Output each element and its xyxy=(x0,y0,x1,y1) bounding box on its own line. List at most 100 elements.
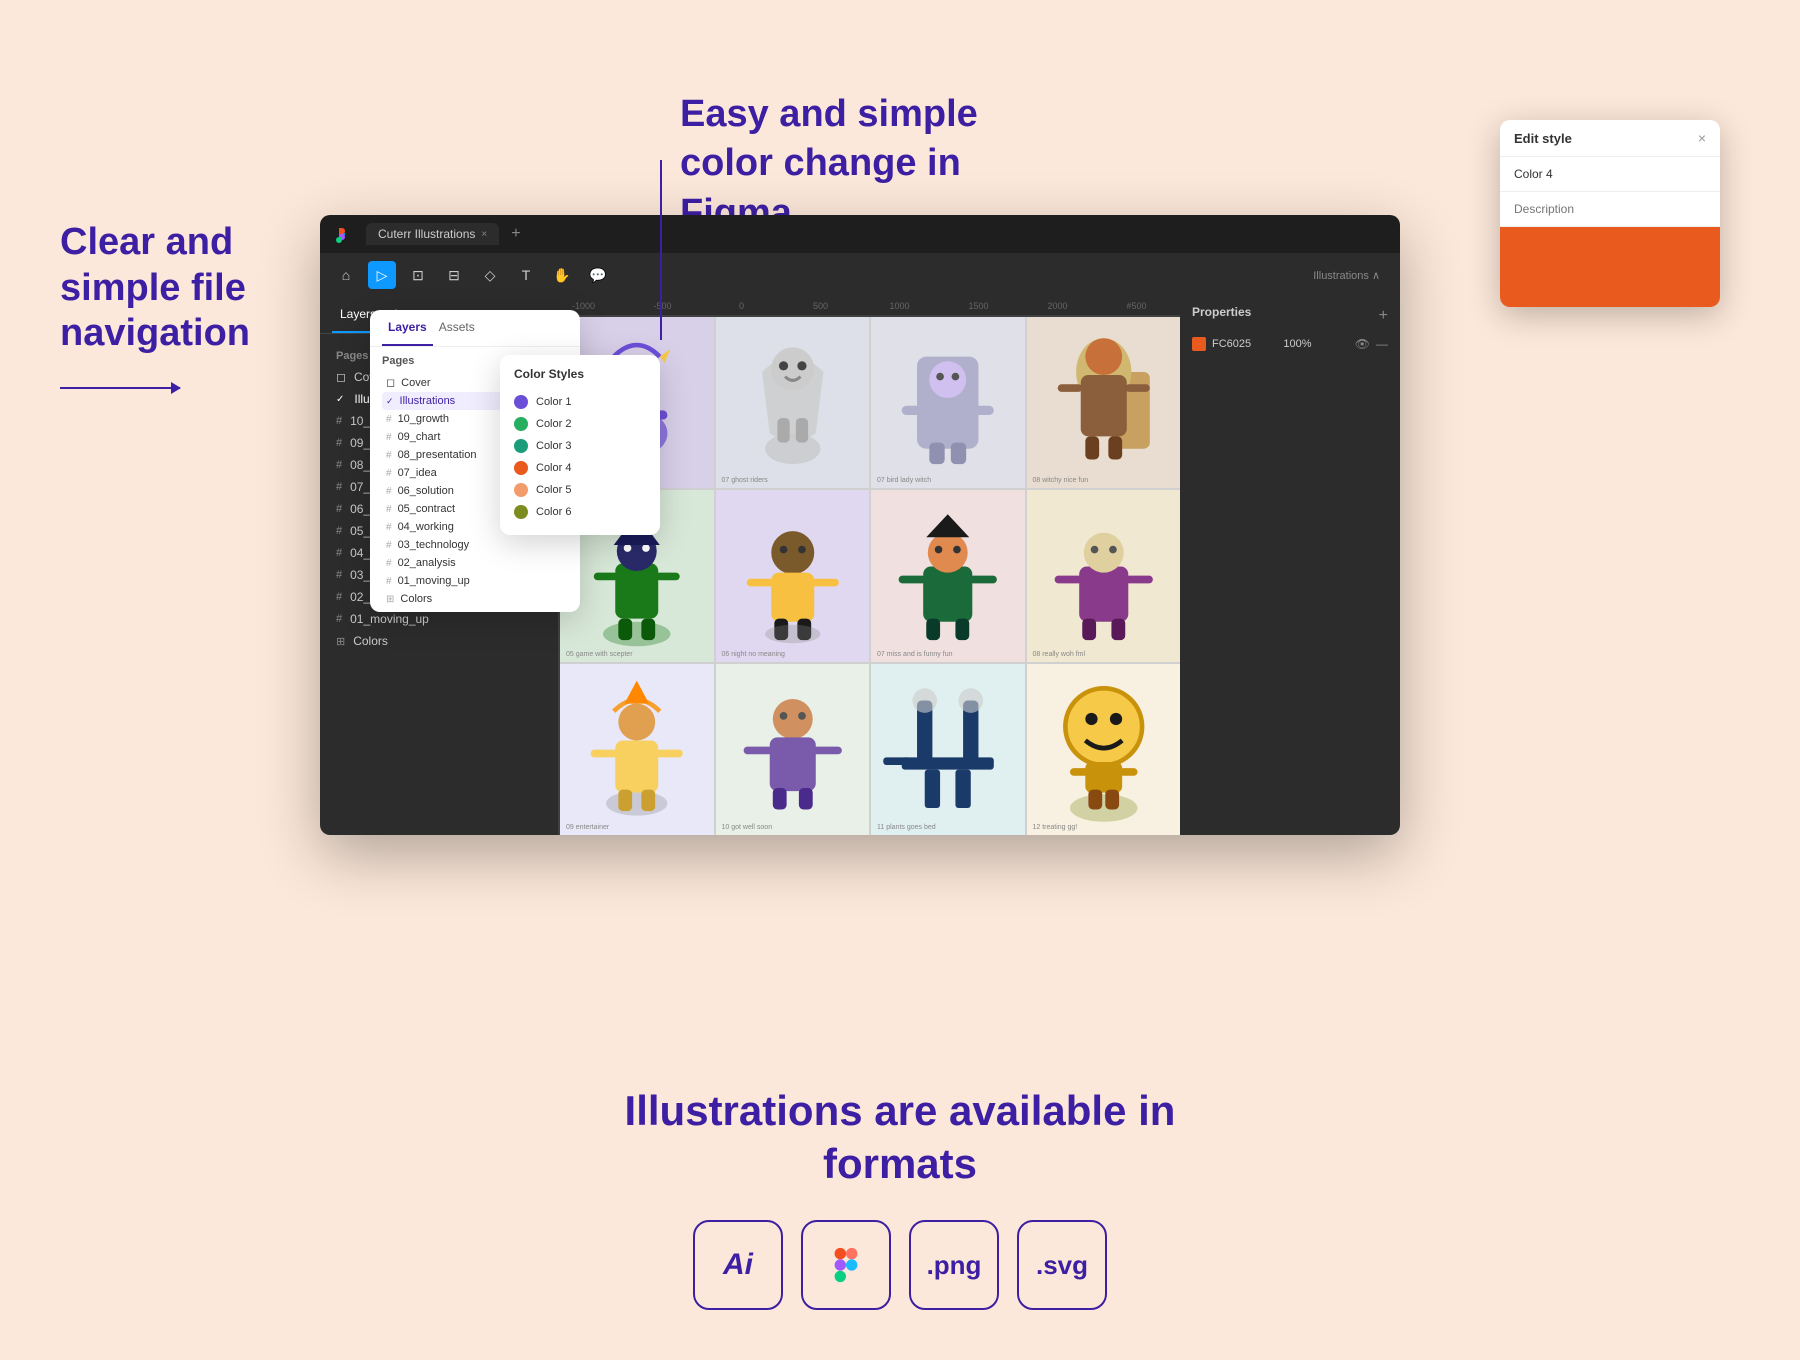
horizontal-ruler: -1000 -500 0 500 1000 1500 2000 #500 xyxy=(540,297,1180,315)
color-name-1: Color 1 xyxy=(536,396,571,408)
eye-icon[interactable]: 👁 xyxy=(1355,337,1370,351)
modal-close-button[interactable]: × xyxy=(1698,130,1706,146)
canvas-cell-7: 07 miss and is funny fun xyxy=(871,490,1025,661)
modal-header: Edit style × xyxy=(1500,120,1720,157)
canvas-cell-12: 12 treating gg! xyxy=(1027,664,1181,835)
hash-icon: # xyxy=(336,613,342,625)
ruler-label: #500 xyxy=(1097,301,1176,311)
layers-page-colors[interactable]: ⊞ Colors xyxy=(382,590,568,608)
color-dot-2 xyxy=(514,417,528,431)
layers-frame-01-moving-up[interactable]: # 01_moving_up xyxy=(382,572,568,590)
page-icon: ◻ xyxy=(386,376,395,389)
hash-icon: # xyxy=(386,540,392,551)
cell-label-10: 10 got well soon xyxy=(722,824,773,831)
cell-label-5: 05 game with scepter xyxy=(566,651,633,658)
canvas-cell-11: 11 plants goes bed xyxy=(871,664,1025,835)
ruler-label: 500 xyxy=(781,301,860,311)
color-name-input[interactable] xyxy=(1514,167,1706,181)
hand-tool[interactable]: ✋ xyxy=(548,261,576,289)
bottom-heading: Illustrations are available in formats xyxy=(600,1085,1200,1190)
figma-tab[interactable]: Cuterr Illustrations × xyxy=(366,223,499,245)
color-description-input[interactable] xyxy=(1514,202,1706,216)
figma-right-panel: Properties + FC6025 100% 👁 — xyxy=(1180,297,1400,835)
canvas-cell-4: 08 witchy nice fun xyxy=(1027,317,1181,488)
color-style-3[interactable]: Color 3 xyxy=(514,435,646,457)
hash-icon: # xyxy=(386,522,392,533)
minus-icon[interactable]: — xyxy=(1376,337,1388,351)
text-tool[interactable]: T xyxy=(512,261,540,289)
color-style-6[interactable]: Color 6 xyxy=(514,501,646,523)
grid-icon: ⊞ xyxy=(386,594,394,605)
frame-tool[interactable]: ⊡ xyxy=(404,261,432,289)
cell-label-11: 11 plants goes bed xyxy=(877,824,936,831)
check-icon: ✓ xyxy=(336,394,344,405)
select-tool[interactable]: ▷ xyxy=(368,261,396,289)
edit-style-modal: Edit style × xyxy=(1500,120,1720,307)
grid-icon: ⊞ xyxy=(336,635,345,648)
hash-icon: # xyxy=(336,415,342,427)
hash-icon: # xyxy=(336,459,342,471)
layers-panel-tab-assets[interactable]: Assets xyxy=(433,310,481,346)
ruler-label: 1000 xyxy=(860,301,939,311)
color-dot-5 xyxy=(514,483,528,497)
layers-frame-02-analysis[interactable]: # 02_analysis xyxy=(382,554,568,572)
color-style-2[interactable]: Color 2 xyxy=(514,413,646,435)
canvas-cell-9: 09 entertainer xyxy=(560,664,714,835)
color-name-4: Color 4 xyxy=(536,462,571,474)
add-property-button[interactable]: + xyxy=(1379,307,1388,325)
modal-color-swatch[interactable] xyxy=(1500,227,1720,307)
comment-tool[interactable]: 💬 xyxy=(584,261,612,289)
fill-color-swatch[interactable] xyxy=(1192,337,1206,351)
format-svg-label: .svg xyxy=(1036,1250,1088,1281)
formats-row: Ai .png .svg xyxy=(600,1220,1200,1310)
hash-icon: # xyxy=(336,503,342,515)
tab-close-icon[interactable]: × xyxy=(481,229,487,240)
cell-label-3: 07 bird lady witch xyxy=(877,477,931,484)
home-tool[interactable]: ⌂ xyxy=(332,261,360,289)
page-colors[interactable]: ⊞ Colors xyxy=(320,630,540,652)
color-dot-3 xyxy=(514,439,528,453)
color-name-2: Color 2 xyxy=(536,418,571,430)
color-name-6: Color 6 xyxy=(536,506,571,518)
ruler-label: 2000 xyxy=(1018,301,1097,311)
modal-name-input[interactable] xyxy=(1500,157,1720,192)
hash-icon: # xyxy=(336,547,342,559)
hash-icon: # xyxy=(336,437,342,449)
format-svg-box: .svg xyxy=(1017,1220,1107,1310)
color-style-5[interactable]: Color 5 xyxy=(514,479,646,501)
pen-tool[interactable]: ◇ xyxy=(476,261,504,289)
canvas-cell-3: 07 bird lady witch xyxy=(871,317,1025,488)
new-tab-button[interactable]: + xyxy=(511,225,520,243)
color-styles-panel: Color Styles Color 1 Color 2 Color 3 Col… xyxy=(500,355,660,535)
properties-title: Properties xyxy=(1192,305,1251,319)
figma-logo-icon xyxy=(330,222,354,246)
arrow-line xyxy=(60,387,180,389)
hash-icon: # xyxy=(386,414,392,425)
hash-icon: # xyxy=(386,468,392,479)
ruler-label: -500 xyxy=(623,301,702,311)
color-style-4[interactable]: Color 4 xyxy=(514,457,646,479)
cell-label-6: 06 night no meaning xyxy=(722,651,785,658)
color-style-1[interactable]: Color 1 xyxy=(514,391,646,413)
modal-description-input[interactable] xyxy=(1500,192,1720,227)
hash-icon: # xyxy=(386,432,392,443)
hash-icon: # xyxy=(386,576,392,587)
fill-opacity-value: 100% xyxy=(1283,338,1348,350)
cell-label-7: 07 miss and is funny fun xyxy=(877,651,953,658)
figma-toolbar: ⌂ ▷ ⊡ ⊟ ◇ T ✋ 💬 Illustrations ∧ xyxy=(320,253,1400,297)
hash-icon: # xyxy=(336,591,342,603)
fill-property-row: FC6025 100% 👁 — xyxy=(1192,337,1388,351)
left-section: Clear and simple file navigation xyxy=(60,220,260,389)
cell-label-4: 08 witchy nice fun xyxy=(1033,477,1089,484)
format-ai-label: Ai xyxy=(723,1248,753,1282)
connector-line xyxy=(660,160,662,340)
format-png-label: .png xyxy=(927,1250,982,1281)
shape-tool[interactable]: ⊟ xyxy=(440,261,468,289)
layers-frame-03-technology[interactable]: # 03_technology xyxy=(382,536,568,554)
color-dot-1 xyxy=(514,395,528,409)
layers-panel-tab-layers[interactable]: Layers xyxy=(382,310,433,346)
figma-titlebar: Cuterr Illustrations × + xyxy=(320,215,1400,253)
hash-icon: # xyxy=(386,558,392,569)
left-heading: Clear and simple file navigation xyxy=(60,220,260,357)
cover-icon: ◻ xyxy=(336,370,346,384)
